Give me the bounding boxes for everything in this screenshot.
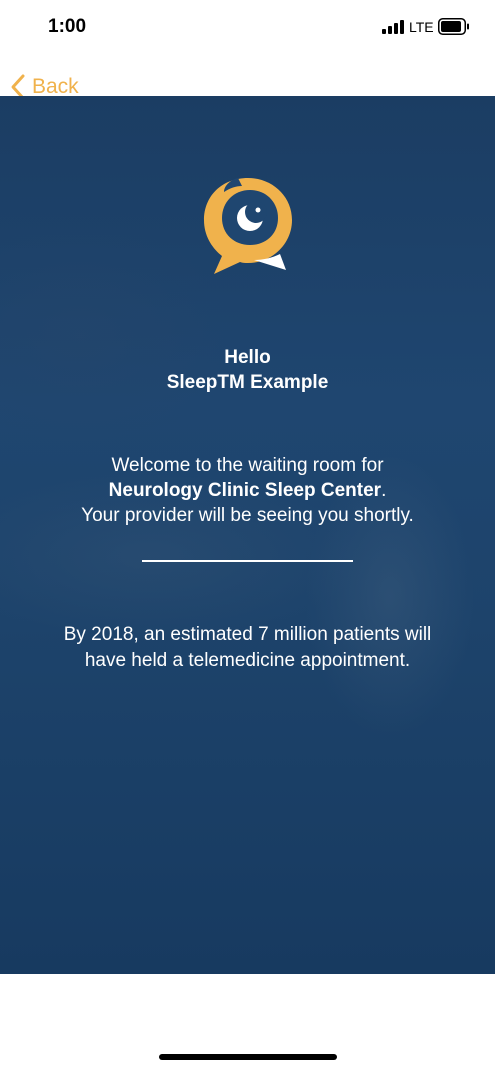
telemedicine-fact: By 2018, an estimated 7 million patients… [0, 622, 495, 674]
cellular-signal-icon [382, 20, 404, 34]
home-indicator[interactable] [159, 1054, 337, 1060]
speech-bubble-moon-logo-icon [204, 178, 292, 274]
divider [142, 560, 353, 562]
network-type-label: LTE [409, 19, 434, 35]
greeting-hello: Hello [224, 347, 271, 368]
welcome-line-2: Neurology Clinic Sleep Center. [0, 478, 495, 503]
clinic-name: Neurology Clinic Sleep Center [108, 480, 382, 501]
status-bar: 1:00 LTE [0, 0, 495, 54]
greeting: Hello SleepTM Example [0, 345, 495, 395]
waiting-room-screen: 1:00 LTE Back Hello SleepTM Example Welc… [0, 0, 495, 1071]
status-time: 1:00 [48, 16, 87, 37]
welcome-line-3: Your provider will be seeing you shortly… [81, 505, 414, 526]
fact-line-1: By 2018, an estimated 7 million patients… [63, 624, 432, 645]
battery-icon [438, 18, 469, 35]
welcome-line-1: Welcome to the waiting room for [111, 455, 384, 476]
clinic-period: . [381, 480, 387, 501]
welcome-message: Welcome to the waiting room for Neurolog… [0, 453, 495, 528]
waiting-room-panel: Hello SleepTM Example Welcome to the wai… [0, 96, 495, 974]
fact-line-2: have held a telemedicine appointment. [84, 650, 411, 671]
greeting-user-name: SleepTM Example [166, 372, 329, 393]
